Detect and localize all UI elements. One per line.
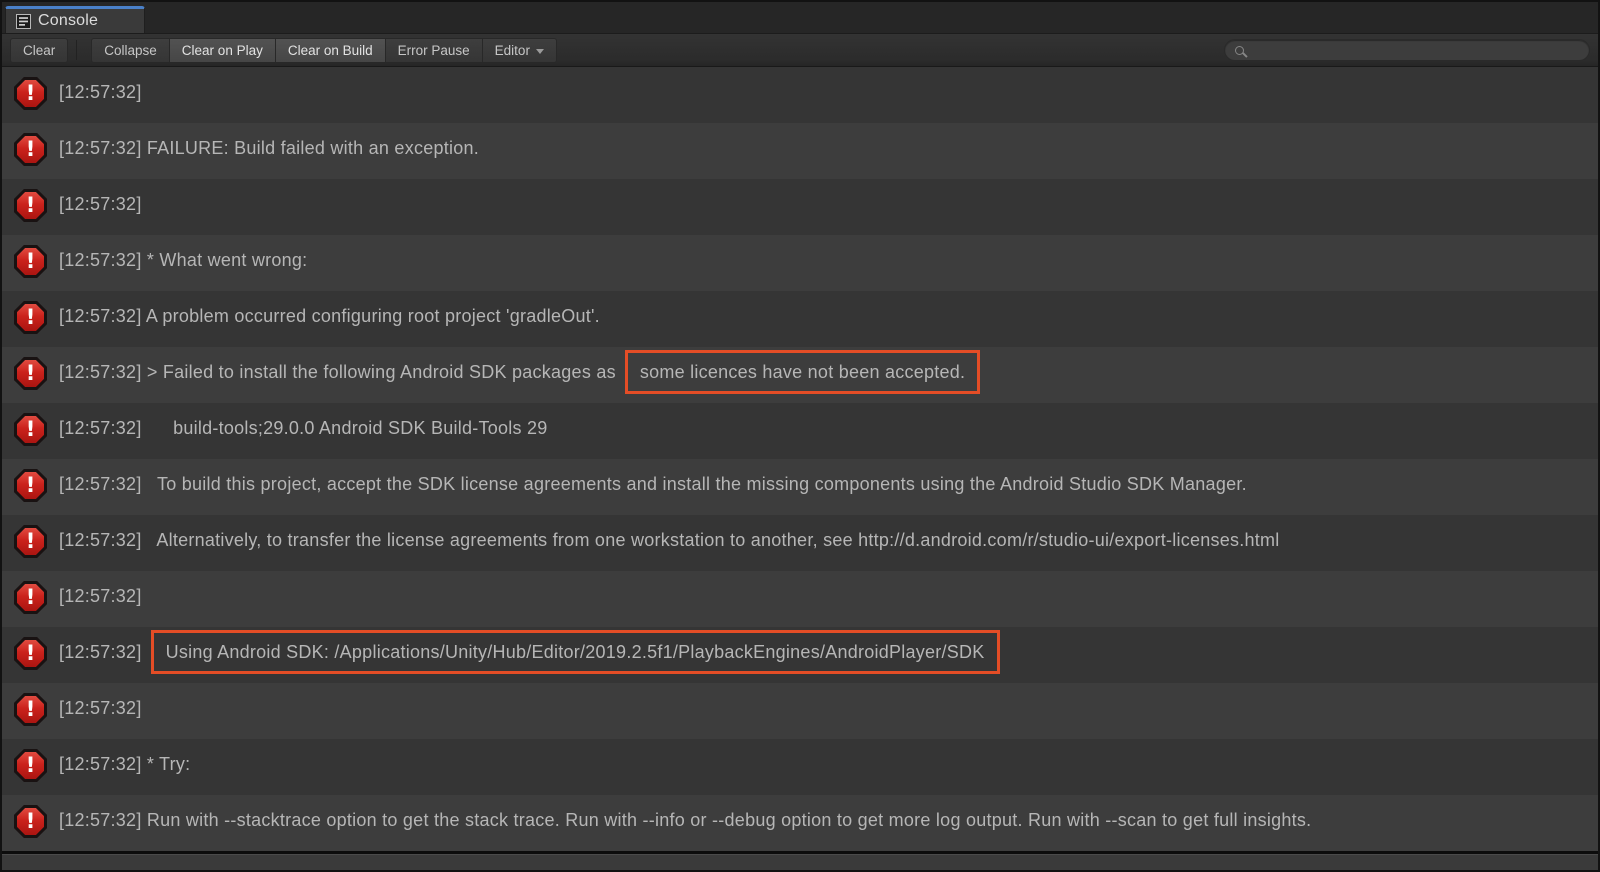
search-field[interactable] — [1224, 39, 1590, 61]
log-message: [12:57:32] * What went wrong: — [59, 249, 307, 271]
log-message: [12:57:32] > Failed to install the follo… — [59, 361, 980, 383]
highlight-box: some licences have not been accepted. — [625, 350, 980, 394]
log-text: [12:57:32] A problem occurred configurin… — [59, 306, 600, 326]
search-icon — [1235, 46, 1244, 55]
log-text: [12:57:32] To build this project, accept… — [59, 474, 1247, 494]
error-icon: ! — [14, 357, 47, 390]
log-text: [12:57:32] Run with --stacktrace option … — [59, 810, 1311, 830]
log-message: [12:57:32] — [59, 81, 142, 103]
tab-label: Console — [38, 12, 98, 30]
log-entry[interactable]: ! [12:57:32] Alternatively, to transfer … — [2, 515, 1598, 571]
editor-dropdown-label: Editor — [495, 43, 530, 58]
console-toolbar: Clear Collapse Clear on Play Clear on Bu… — [2, 34, 1598, 67]
detail-pane — [2, 854, 1598, 870]
log-text: [12:57:32] * What went wrong: — [59, 250, 307, 270]
log-message: [12:57:32] Alternatively, to transfer th… — [59, 529, 1280, 551]
error-icon: ! — [14, 525, 47, 558]
log-entry[interactable]: ! [12:57:32] To build this project, acce… — [2, 459, 1598, 515]
clear-button[interactable]: Clear — [10, 38, 68, 63]
error-icon: ! — [14, 805, 47, 838]
log-entry[interactable]: ! [12:57:32] > Failed to install the fol… — [2, 347, 1598, 403]
console-icon — [16, 14, 31, 29]
log-entry[interactable]: ! [12:57:32] FAILURE: Build failed with … — [2, 123, 1598, 179]
log-text: [12:57:32] — [59, 642, 142, 662]
log-message: [12:57:32] A problem occurred configurin… — [59, 305, 600, 327]
log-entry[interactable]: ! [12:57:32] — [2, 179, 1598, 235]
log-entry[interactable]: ! [12:57:32] build-tools;29.0.0 Android … — [2, 403, 1598, 459]
log-entry[interactable]: ! [12:57:32] — [2, 67, 1598, 123]
clear-on-play-button[interactable]: Clear on Play — [169, 38, 276, 63]
log-text: [12:57:32] FAILURE: Build failed with an… — [59, 138, 479, 158]
log-text: [12:57:32] — [59, 82, 142, 102]
log-text: [12:57:32] build-tools;29.0.0 Android SD… — [59, 418, 548, 438]
log-list: ! [12:57:32] ! [12:57:32] FAILURE: Build… — [2, 67, 1598, 851]
log-entry[interactable]: ! [12:57:32] A problem occurred configur… — [2, 291, 1598, 347]
log-entry[interactable]: ! [12:57:32] * Try: — [2, 739, 1598, 795]
collapse-button[interactable]: Collapse — [91, 38, 170, 63]
log-entry[interactable]: ! [12:57:32] — [2, 683, 1598, 739]
log-message: [12:57:32] — [59, 585, 142, 607]
error-icon: ! — [14, 413, 47, 446]
log-message: [12:57:32] FAILURE: Build failed with an… — [59, 137, 479, 159]
log-entry[interactable]: ! [12:57:32]Using Android SDK: /Applicat… — [2, 627, 1598, 683]
log-message: [12:57:32] — [59, 193, 142, 215]
clear-on-build-button[interactable]: Clear on Build — [275, 38, 386, 63]
error-icon: ! — [14, 77, 47, 110]
error-icon: ! — [14, 693, 47, 726]
error-icon: ! — [14, 133, 47, 166]
log-entry[interactable]: ! [12:57:32] Run with --stacktrace optio… — [2, 795, 1598, 851]
log-message: [12:57:32] To build this project, accept… — [59, 473, 1247, 495]
highlight-box: Using Android SDK: /Applications/Unity/H… — [151, 630, 1000, 674]
search-input[interactable] — [1251, 43, 1579, 58]
error-icon: ! — [14, 637, 47, 670]
log-text: [12:57:32] — [59, 586, 142, 606]
log-text: [12:57:32] — [59, 698, 142, 718]
tab-console[interactable]: Console — [5, 6, 145, 33]
log-message: [12:57:32] build-tools;29.0.0 Android SD… — [59, 417, 548, 439]
console-window: Console Clear Collapse Clear on Play Cle… — [0, 0, 1600, 872]
editor-dropdown-button[interactable]: Editor — [482, 38, 557, 63]
log-entry[interactable]: ! [12:57:32] * What went wrong: — [2, 235, 1598, 291]
error-icon: ! — [14, 749, 47, 782]
error-icon: ! — [14, 301, 47, 334]
error-icon: ! — [14, 469, 47, 502]
toolbar-separator — [76, 40, 77, 60]
log-message: [12:57:32] — [59, 697, 142, 719]
error-pause-button[interactable]: Error Pause — [385, 38, 483, 63]
error-icon: ! — [14, 581, 47, 614]
error-icon: ! — [14, 189, 47, 222]
log-text: [12:57:32] Alternatively, to transfer th… — [59, 530, 1280, 550]
log-message: [12:57:32]Using Android SDK: /Applicatio… — [59, 641, 1000, 663]
log-text: [12:57:32] * Try: — [59, 754, 190, 774]
log-message: [12:57:32] Run with --stacktrace option … — [59, 809, 1311, 831]
tab-bar: Console — [2, 2, 1598, 34]
log-message: [12:57:32] * Try: — [59, 753, 190, 775]
log-text: [12:57:32] — [59, 194, 142, 214]
log-text: [12:57:32] > Failed to install the follo… — [59, 362, 616, 382]
log-entry[interactable]: ! [12:57:32] — [2, 571, 1598, 627]
chevron-down-icon — [536, 49, 544, 54]
error-icon: ! — [14, 245, 47, 278]
